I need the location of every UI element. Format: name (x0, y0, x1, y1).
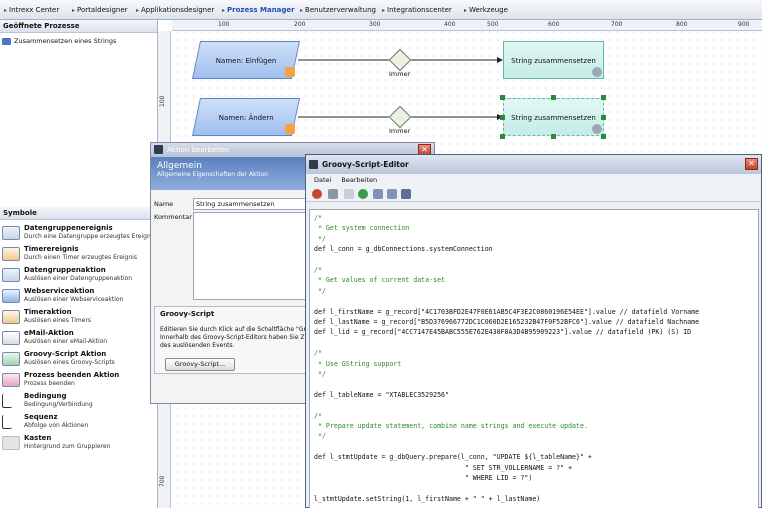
editor-toolbar (306, 186, 761, 202)
groovy-action-badge-icon (592, 67, 602, 77)
code-line: */ (314, 432, 326, 441)
code-line: def l_firstName = g_record["4C1703BFD2E4… (314, 307, 700, 316)
code-line: */ (314, 234, 326, 243)
undo-icon[interactable] (373, 189, 383, 199)
menu-bearbeiten[interactable]: Bearbeiten (341, 176, 377, 184)
window-icon (309, 160, 318, 169)
search-icon[interactable] (401, 189, 411, 199)
code-line: * Use GString support (314, 359, 402, 368)
code-line: def l_tableName = "XTABLEC3529256" (314, 390, 449, 399)
action-node-2-selected[interactable]: String zusammensetzen (503, 98, 604, 136)
code-line: l_stmtUpdate.setString(1, l_firstName + … (314, 494, 541, 503)
save-icon[interactable] (328, 189, 338, 199)
run-icon[interactable] (312, 189, 322, 199)
code-line: */ (314, 286, 326, 295)
code-line: def l_stmtUpdate = g_dbQuery.prepare(l_c… (314, 453, 592, 462)
groovy-script-editor-window: Groovy-Script-Editor ✕ Datei Bearbeiten … (305, 154, 762, 508)
menu-datei[interactable]: Datei (314, 176, 331, 184)
code-line: /* (314, 349, 322, 358)
data-event-badge-icon (285, 67, 295, 77)
data-event-badge-icon (285, 124, 295, 134)
editor-menubar: Datei Bearbeiten (306, 174, 761, 186)
redo-icon[interactable] (387, 189, 397, 199)
event-node-einfuegen[interactable]: Namen: Einfügen (191, 41, 301, 79)
code-line: /* (314, 266, 322, 274)
window-icon (154, 145, 163, 154)
code-line: def l_lid = g_record["4CC7147E45BABC555E… (314, 328, 692, 337)
groovy-script-button[interactable]: Groovy-Script... (165, 358, 235, 371)
selection-handle[interactable] (500, 134, 505, 139)
close-icon[interactable]: ✕ (745, 158, 758, 170)
separator-icon (344, 189, 354, 199)
selection-handle[interactable] (551, 134, 556, 139)
code-editor[interactable]: /* * Get system connection */ def l_conn … (309, 209, 759, 508)
editor-titlebar[interactable]: Groovy-Script-Editor ✕ (306, 155, 761, 174)
check-icon[interactable] (358, 189, 368, 199)
selection-handle[interactable] (500, 95, 505, 100)
code-line: /* (314, 411, 322, 420)
code-line: def l_conn = g_dbConnections.systemConne… (314, 245, 493, 254)
code-line: def l_lastName = g_record["B5D376966772D… (314, 318, 700, 326)
selection-handle[interactable] (601, 134, 606, 139)
code-line: * Get system connection (314, 224, 410, 233)
action-node-1[interactable]: String zusammensetzen (503, 41, 604, 79)
groovy-action-badge-icon (592, 124, 602, 134)
selection-handle[interactable] (601, 95, 606, 100)
code-line: */ (314, 370, 326, 378)
code-line: " SET STR_VOLLERNAME = ?" + (314, 463, 573, 472)
selection-handle[interactable] (500, 115, 505, 120)
code-line: " WHERE LID = ?") (314, 474, 533, 482)
code-line: * Prepare update statement, combine name… (314, 422, 588, 430)
code-line: /* (314, 214, 322, 222)
selection-handle[interactable] (551, 95, 556, 100)
event-node-aendern[interactable]: Namen: Ändern (191, 98, 301, 136)
code-line: * Get values of current data-set (314, 276, 446, 285)
selection-handle[interactable] (601, 115, 606, 120)
